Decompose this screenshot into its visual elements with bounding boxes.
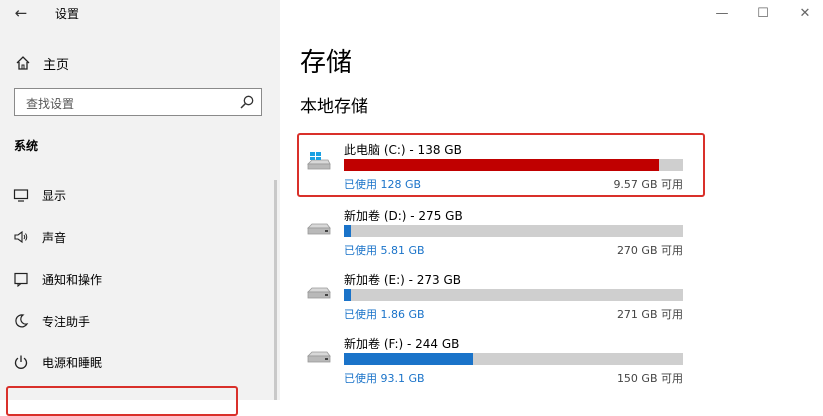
- home-nav-item[interactable]: 主页: [14, 52, 69, 74]
- drive-icon: [306, 217, 332, 237]
- drive-name: 新加卷 (D:) - 275 GB: [344, 209, 463, 223]
- sidebar-item-focus-assist[interactable]: 专注助手: [12, 310, 252, 332]
- search-placeholder: 查找设置: [26, 97, 75, 111]
- drive-f[interactable]: 新加卷 (F:) - 244 GB 已使用 93.1 GB 150 GB 可用: [302, 331, 702, 389]
- used-space: 已使用 1.86 GB: [344, 308, 425, 321]
- sidebar-item-label: 声音: [42, 230, 67, 245]
- sidebar-scrollbar[interactable]: [274, 180, 277, 400]
- sidebar: ← 设置 主页 查找设置 系统 显示 声音 通知和操作 专注助手 电源和睡眠: [0, 0, 280, 416]
- highlight-box: [6, 386, 238, 416]
- free-space: 270 GB 可用: [616, 244, 683, 257]
- usage-bar: [344, 353, 683, 365]
- home-label: 主页: [43, 57, 70, 73]
- minimize-icon: —: [715, 5, 729, 21]
- drive-name: 新加卷 (F:) - 244 GB: [344, 337, 460, 351]
- sidebar-item-label: 显示: [42, 188, 67, 203]
- sidebar-item-display[interactable]: 显示: [12, 184, 252, 206]
- drive-e[interactable]: 新加卷 (E:) - 273 GB 已使用 1.86 GB 271 GB 可用: [302, 267, 702, 325]
- highlight-box: [297, 133, 705, 197]
- speaker-icon: [12, 228, 30, 246]
- search-input[interactable]: 查找设置: [14, 88, 262, 116]
- back-arrow-icon: ←: [14, 4, 28, 22]
- usage-bar: [344, 289, 683, 301]
- display-icon: [12, 186, 30, 204]
- usage-bar-fill: [344, 225, 352, 237]
- sidebar-item-notifications[interactable]: 通知和操作: [12, 268, 252, 290]
- sidebar-item-sound[interactable]: 声音: [12, 226, 252, 248]
- used-space: 已使用 93.1 GB: [344, 372, 425, 385]
- power-icon: [12, 353, 30, 371]
- usage-bar-fill: [344, 289, 351, 301]
- drive-d[interactable]: 新加卷 (D:) - 275 GB 已使用 5.81 GB 270 GB 可用: [302, 203, 702, 261]
- page-title: 存储: [300, 48, 353, 78]
- sidebar-item-label: 电源和睡眠: [42, 355, 103, 370]
- back-button[interactable]: ←: [8, 2, 34, 24]
- minimize-button[interactable]: —: [710, 4, 734, 22]
- search-icon: [239, 94, 255, 110]
- free-space: 150 GB 可用: [616, 372, 683, 385]
- close-icon: ✕: [799, 5, 811, 21]
- drive-icon: [306, 345, 332, 365]
- section-title: 系统: [14, 139, 39, 153]
- sidebar-item-label: 通知和操作: [42, 272, 103, 287]
- maximize-icon: ☐: [757, 5, 769, 21]
- usage-bar: [344, 225, 683, 237]
- sidebar-item-power[interactable]: 电源和睡眠: [12, 351, 252, 373]
- home-icon: [14, 54, 32, 72]
- section-subtitle: 本地存储: [300, 97, 368, 117]
- close-button[interactable]: ✕: [793, 4, 817, 22]
- maximize-button[interactable]: ☐: [751, 4, 775, 22]
- drive-icon: [306, 281, 332, 301]
- moon-icon: [12, 312, 30, 330]
- drive-name: 新加卷 (E:) - 273 GB: [344, 273, 462, 287]
- usage-bar-fill: [344, 353, 474, 365]
- notification-icon: [12, 270, 30, 288]
- sidebar-item-label: 专注助手: [42, 314, 91, 329]
- used-space: 已使用 5.81 GB: [344, 244, 425, 257]
- app-title: 设置: [55, 7, 80, 21]
- free-space: 271 GB 可用: [616, 308, 683, 321]
